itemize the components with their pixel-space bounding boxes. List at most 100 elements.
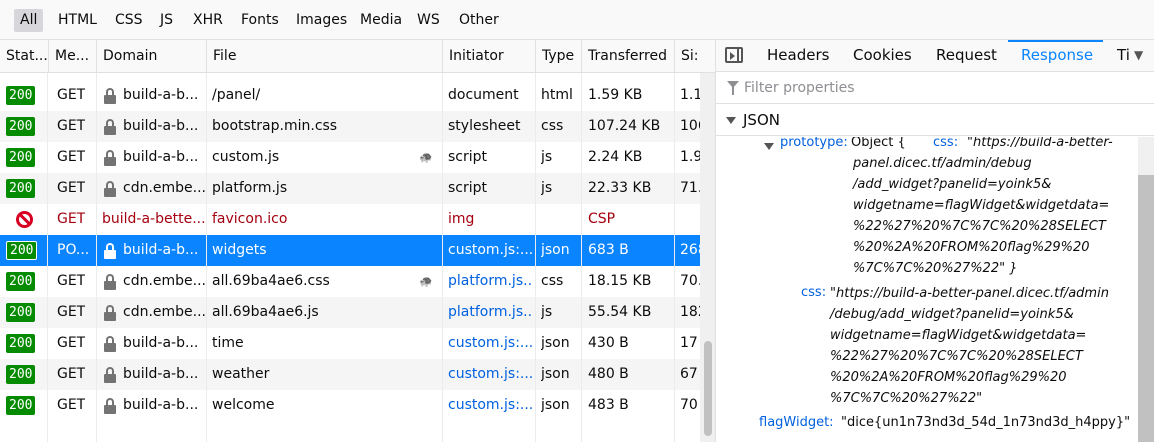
- request-domain: build-a-b...: [123, 366, 199, 382]
- blocked-icon: [16, 211, 33, 228]
- request-method: GET: [57, 211, 86, 227]
- filter-tab-other[interactable]: Other: [453, 9, 505, 32]
- tab-headers[interactable]: Headers: [767, 40, 829, 71]
- request-size: [680, 204, 700, 235]
- request-row[interactable]: GET build-a-bette... favicon.ico img CSP: [0, 204, 700, 235]
- request-row[interactable]: 200 GET build-a-b... bootstrap.min.css style…: [0, 111, 700, 142]
- tab-timings[interactable]: Ti: [1117, 40, 1130, 71]
- toggle-sidebar-icon[interactable]: [725, 47, 743, 63]
- request-table-header: Stat... Me... Domain File Initiator Type…: [0, 40, 715, 73]
- status-code: 200: [6, 272, 36, 291]
- request-initiator[interactable]: custom.js:...: [448, 359, 533, 390]
- request-row[interactable]: 200 GET build-a-b... time custom.js:... json 4…: [0, 328, 700, 359]
- filter-tab-media[interactable]: Media: [354, 9, 408, 32]
- request-size: 1.9: [680, 149, 700, 165]
- status-badge: 200: [6, 80, 36, 111]
- request-type: html: [541, 87, 573, 103]
- lock-icon: [104, 80, 116, 111]
- filter-tab-fonts[interactable]: Fonts: [235, 9, 285, 32]
- tab-cookies[interactable]: Cookies: [853, 40, 912, 71]
- request-transferred: 1.59 KB: [588, 87, 643, 103]
- filter-properties-input[interactable]: [744, 77, 1134, 99]
- request-row[interactable]: 200 GET build-a-b... weather custom.js:... js…: [0, 359, 700, 390]
- filter-tab-css[interactable]: CSS: [109, 9, 149, 32]
- request-method: GET: [57, 366, 86, 382]
- status-badge: 200: [6, 142, 36, 173]
- status-badge: 200: [6, 359, 36, 390]
- request-row[interactable]: 200 PO... build-a-b... widgets custom.js:...…: [0, 235, 700, 266]
- scrollbar-thumb[interactable]: [704, 341, 712, 436]
- column-header-status[interactable]: Stat...: [0, 40, 47, 73]
- request-type: js: [541, 180, 553, 196]
- request-size: 106: [680, 118, 700, 134]
- json-string-line: %7C%7C%20%27%22": [830, 391, 983, 406]
- request-transferred: 2.24 KB: [588, 149, 643, 165]
- request-domain: build-a-bette...: [102, 211, 206, 227]
- column-header-size[interactable]: Si:: [674, 40, 715, 73]
- lock-icon: [104, 359, 116, 390]
- request-file: /panel/: [212, 87, 261, 103]
- request-domain: build-a-b...: [123, 335, 199, 351]
- json-tree-scrollbar[interactable]: [1138, 137, 1154, 442]
- request-initiator[interactable]: custom.js:...: [448, 390, 533, 421]
- request-type: json: [541, 366, 570, 382]
- request-initiator[interactable]: platform.js...: [448, 266, 533, 297]
- request-file: favicon.ico: [212, 211, 288, 227]
- filter-tab-xhr[interactable]: XHR: [187, 9, 229, 32]
- status-code: 200: [6, 148, 36, 167]
- filter-tab-ws[interactable]: WS: [411, 9, 446, 32]
- json-key-prototype[interactable]: prototype:: [780, 137, 848, 150]
- column-divider: [442, 73, 443, 442]
- request-row[interactable]: 200 GET cdn.embe... platform.js script js 22.3…: [0, 173, 700, 204]
- request-size: 70.: [680, 273, 700, 289]
- lock-icon: [104, 266, 116, 297]
- tabs-overflow-chevron-icon[interactable]: ▼: [1134, 48, 1143, 62]
- json-string-line: %22%27%20%7C%7C%20%28SELECT: [853, 219, 1106, 234]
- request-initiator[interactable]: platform.js...: [448, 297, 533, 328]
- column-divider: [96, 73, 97, 442]
- filter-tab-html[interactable]: HTML: [52, 9, 103, 32]
- lock-icon: [104, 305, 116, 321]
- lock-icon: [104, 88, 116, 104]
- request-domain: cdn.embe...: [123, 180, 207, 196]
- status-code: 200: [6, 365, 36, 384]
- filter-tab-images[interactable]: Images: [290, 9, 353, 32]
- scrollbar-thumb[interactable]: [1138, 175, 1154, 442]
- column-header-domain[interactable]: Domain: [96, 40, 206, 73]
- request-row[interactable]: 200 GET build-a-b... /panel/document html 1.5…: [0, 80, 700, 111]
- json-section-header[interactable]: JSON: [716, 105, 1154, 136]
- json-string-line: %20%2A%20FROM%20flag%29%20: [830, 370, 1067, 385]
- lock-icon: [104, 150, 116, 166]
- status-badge: 200: [6, 328, 36, 359]
- filter-tab-all[interactable]: All: [14, 9, 44, 32]
- column-header-method[interactable]: Me...: [48, 40, 96, 73]
- status-badge: 200: [6, 111, 36, 142]
- expand-prototype-triangle-icon[interactable]: [764, 143, 774, 150]
- request-file: platform.js: [212, 180, 288, 196]
- status-code: 200: [6, 334, 36, 353]
- column-header-type[interactable]: Type: [535, 40, 581, 73]
- column-header-initiator[interactable]: Initiator: [442, 40, 535, 73]
- request-domain: build-a-b...: [123, 397, 199, 413]
- filter-tab-js[interactable]: JS: [154, 9, 179, 32]
- tab-response[interactable]: Response: [1021, 40, 1093, 71]
- request-type: json: [541, 397, 570, 413]
- request-list-scrollbar[interactable]: [700, 73, 715, 442]
- column-header-file[interactable]: File: [206, 40, 442, 73]
- json-string-line: "https://build-a-better-panel.dicec.tf/a…: [830, 286, 1109, 301]
- status-code: 200: [6, 86, 36, 105]
- lock-icon: [104, 235, 116, 266]
- request-initiator[interactable]: custom.js:...: [448, 328, 533, 359]
- request-row[interactable]: 200 GET build-a-b... welcome custom.js:... js…: [0, 390, 700, 421]
- request-row[interactable]: 200 GET build-a-b... custom.js 🐢 script js 2.24…: [0, 142, 700, 173]
- column-header-transferred[interactable]: Transferred: [581, 40, 674, 73]
- request-method: GET: [57, 335, 86, 351]
- tab-request[interactable]: Request: [936, 40, 997, 71]
- json-string-line: %22%27%20%7C%7C%20%28SELECT: [830, 349, 1083, 364]
- request-row[interactable]: 200 GET cdn.embe... all.69ba4ae6.js platform…: [0, 297, 700, 328]
- request-row[interactable]: 200 GET cdn.embe... all.69ba4ae6.css 🐢 platfo…: [0, 266, 700, 297]
- collapse-triangle-icon[interactable]: [726, 117, 736, 124]
- request-initiator[interactable]: custom.js:...: [448, 235, 533, 266]
- request-file: all.69ba4ae6.js: [212, 304, 319, 320]
- column-divider: [581, 73, 582, 442]
